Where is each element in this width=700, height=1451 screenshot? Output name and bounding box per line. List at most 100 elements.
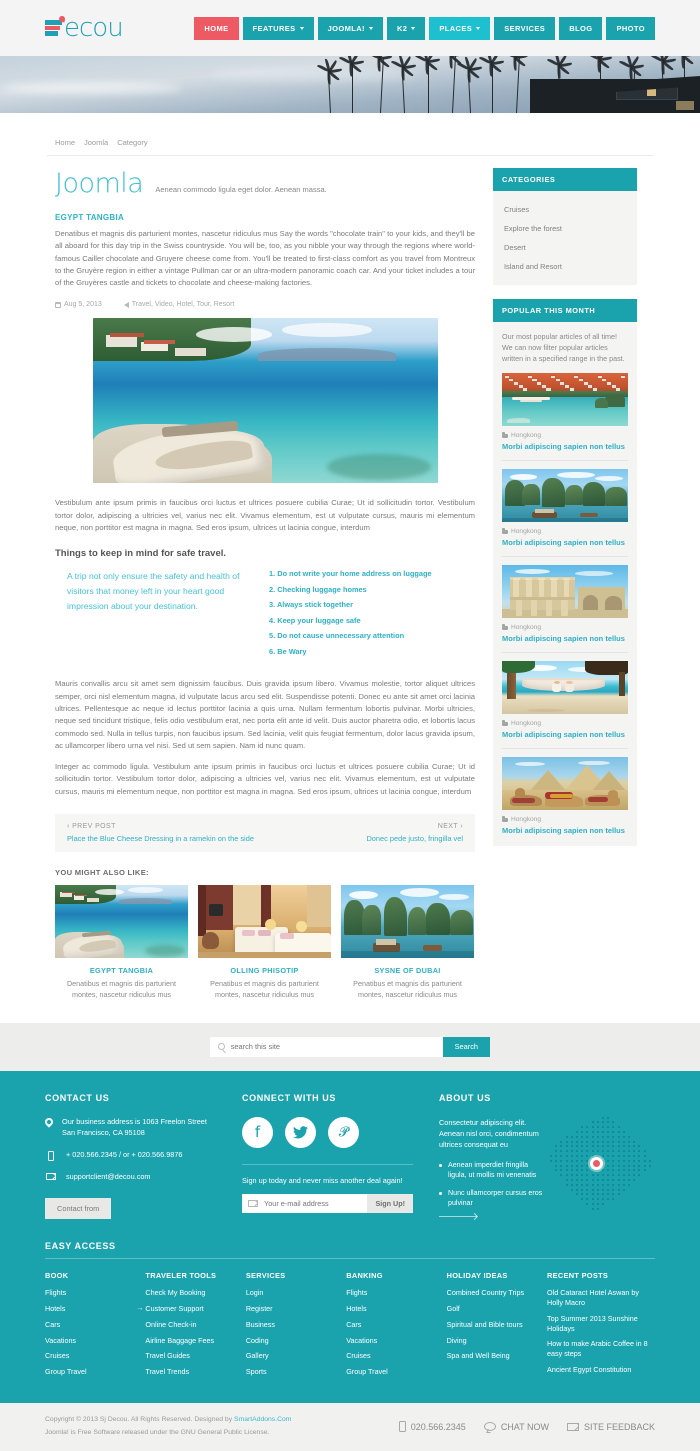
popular-post-title[interactable]: Morbi adipiscing sapien non tellus — [502, 442, 628, 451]
facebook-icon[interactable]: f — [242, 1116, 273, 1148]
footer-link[interactable]: Login — [246, 1288, 332, 1298]
footer-column-list: Login Register Business Coding Gallery Sports — [246, 1288, 332, 1376]
footer-link[interactable]: Group Travel — [45, 1367, 131, 1377]
newsletter-signup-button[interactable]: Sign Up! — [367, 1193, 413, 1213]
footer-link[interactable]: Hotels — [346, 1304, 432, 1314]
footer-link[interactable]: Cruises — [45, 1351, 131, 1361]
footer-link[interactable]: Online Check-in — [145, 1320, 231, 1330]
related-post-card[interactable]: SYSNE OF DUBAI Penatibus et magnis dis pa… — [341, 885, 474, 1001]
tip-item[interactable]: Do not write your home address on luggag… — [269, 569, 431, 578]
related-post-title[interactable]: SYSNE OF DUBAI — [341, 966, 474, 975]
footer-link[interactable]: Old Cataract Hotel Aswan by Holly Macro — [547, 1288, 655, 1307]
prev-post[interactable]: ‹ PREV POST Place the Blue Cheese Dressi… — [67, 823, 254, 843]
nav-item-home[interactable]: HOME — [194, 16, 239, 40]
popular-post-title[interactable]: Morbi adipiscing sapien non tellus — [502, 634, 628, 643]
footer-link[interactable]: Spiritual and Bible tours — [447, 1320, 533, 1330]
breadcrumb-item[interactable]: Joomla — [84, 138, 108, 147]
footer-link[interactable]: Airline Baggage Fees — [145, 1336, 231, 1346]
popular-post-title[interactable]: Morbi adipiscing sapien non tellus — [502, 538, 628, 547]
contact-phone: + 020.566.2345 / or + 020.566.9876 — [66, 1149, 183, 1159]
tip-item[interactable]: Always stick together — [269, 600, 432, 609]
footer-link[interactable]: Flights — [45, 1288, 131, 1298]
footer-link[interactable]: How to make Arabic Coffee in 8 easy step… — [547, 1339, 655, 1358]
footer-link[interactable]: Gallery — [246, 1351, 332, 1361]
tip-item[interactable]: Be Wary — [269, 647, 432, 656]
breadcrumb-item[interactable]: Home — [55, 138, 75, 147]
footer-link[interactable]: Diving — [447, 1336, 533, 1346]
nav-item-joomla[interactable]: JOOMLA! — [317, 16, 383, 40]
envelope-icon — [45, 1172, 57, 1180]
footer-link[interactable]: Travel Trends — [145, 1367, 231, 1377]
footer-column-title: SERVICES — [245, 1271, 286, 1281]
contact-form-button[interactable]: Contact from — [45, 1198, 112, 1220]
footer-link[interactable]: Travel Guides — [145, 1351, 231, 1361]
contact-address: Our business address is 1063 Freelon Str… — [62, 1116, 207, 1137]
tip-item[interactable]: Keep your luggage safe — [269, 616, 432, 625]
footer-link[interactable]: Vacations — [346, 1336, 432, 1346]
about-more-arrow-icon[interactable] — [439, 1216, 477, 1218]
prev-post-link[interactable]: Place the Blue Cheese Dressing in a rame… — [67, 834, 254, 843]
contact-email[interactable]: supportclient@decou.com — [66, 1172, 150, 1183]
footer-link[interactable]: Sports — [246, 1367, 332, 1377]
next-post-link[interactable]: Donec pede justo, fringilla vel — [366, 834, 463, 843]
popular-post-image — [502, 661, 628, 715]
popular-post-title[interactable]: Morbi adipiscing sapien non tellus — [502, 730, 628, 739]
footer-link[interactable]: Register — [246, 1304, 332, 1314]
footer-link[interactable]: Coding — [246, 1336, 332, 1346]
search-field[interactable] — [210, 1036, 443, 1057]
footer-link[interactable]: Cars — [45, 1320, 131, 1330]
popular-post-item[interactable]: Hongkong Morbi adipiscing sapien non tell… — [502, 469, 628, 558]
tag-icon — [123, 301, 129, 308]
nav-item-features[interactable]: FEATURES — [242, 16, 314, 40]
tip-item[interactable]: Checking luggage homes — [269, 585, 432, 594]
footer-link[interactable]: Vacations — [45, 1336, 131, 1346]
footer-link[interactable]: Business — [246, 1320, 332, 1330]
footer-link[interactable]: Hotels — [45, 1304, 131, 1314]
category-item[interactable]: Island and Resort — [502, 257, 628, 276]
nav-item-services[interactable]: SERVICES — [494, 16, 556, 40]
nav-item-photo[interactable]: PHOTO — [606, 16, 655, 40]
footer-link[interactable]: Ancient Egypt Constitution — [547, 1365, 655, 1375]
footer-link[interactable]: Cruises — [346, 1351, 432, 1361]
nav-item-places[interactable]: PLACES — [429, 16, 491, 40]
nav-item-k2[interactable]: K2 — [386, 16, 426, 40]
site-logo[interactable]: ecou — [45, 13, 124, 43]
popular-post-item[interactable]: Hongkong Morbi adipiscing sapien non tell… — [502, 757, 628, 837]
popular-post-item[interactable]: Hongkong Morbi adipiscing sapien non tell… — [502, 565, 628, 654]
footer-link[interactable]: Combined Country Trips — [447, 1288, 533, 1298]
category-item[interactable]: Explore the forest — [502, 219, 628, 238]
tip-item[interactable]: Do not cause unnecessary attention — [269, 631, 432, 640]
nav-item-blog[interactable]: BLOG — [559, 16, 603, 40]
footer-link[interactable]: Check My Booking — [145, 1288, 231, 1298]
popular-post-item[interactable]: Hongkong Morbi adipiscing sapien non tell… — [502, 373, 628, 462]
newsletter-email-input[interactable] — [264, 1193, 368, 1213]
pinterest-icon[interactable]: 𝓟 — [328, 1116, 359, 1148]
designer-link[interactable]: SmartAddons.Com — [234, 1416, 291, 1423]
search-button[interactable]: Search — [442, 1036, 490, 1057]
popular-post-item[interactable]: Hongkong Morbi adipiscing sapien non tell… — [502, 661, 628, 750]
next-post[interactable]: NEXT › Donec pede justo, fringilla vel — [366, 823, 463, 843]
footer-link[interactable]: Customer Support — [136, 1304, 231, 1314]
footer-link[interactable]: Golf — [447, 1304, 533, 1314]
related-post-card[interactable]: EGYPT TANGBIA Denatibus et magnis dis par… — [55, 885, 188, 1001]
post-navigation: ‹ PREV POST Place the Blue Cheese Dressi… — [55, 814, 475, 853]
footer-phone[interactable]: 020.566.2345 — [398, 1421, 466, 1433]
related-post-title[interactable]: EGYPT TANGBIA — [55, 966, 188, 975]
footer-column-list: Check My Booking Customer Support Online C… — [136, 1288, 231, 1377]
categories-widget-body: Cruises Explore the forest Desert Island an… — [493, 191, 637, 285]
related-post-title[interactable]: OLLING PHISOTIP — [198, 966, 331, 975]
category-item[interactable]: Cruises — [502, 200, 628, 219]
footer-link[interactable]: Spa and Well Being — [447, 1351, 533, 1361]
popular-post-title[interactable]: Morbi adipiscing sapien non tellus — [502, 826, 628, 835]
chat-now-button[interactable]: CHAT NOW — [483, 1422, 549, 1432]
search-input[interactable] — [230, 1042, 435, 1052]
related-post-card[interactable]: OLLING PHISOTIP Penatibus et magnis dis p… — [198, 885, 331, 1001]
footer-link[interactable]: Top Summer 2013 Sunshine Holidays — [547, 1314, 655, 1333]
footer-link[interactable]: Cars — [346, 1320, 432, 1330]
footer-link[interactable]: Flights — [346, 1288, 432, 1298]
breadcrumb-item[interactable]: Category — [117, 138, 147, 147]
twitter-icon[interactable] — [285, 1116, 316, 1148]
site-feedback-button[interactable]: SITE FEEDBACK — [566, 1422, 655, 1432]
footer-link[interactable]: Group Travel — [346, 1367, 432, 1377]
category-item[interactable]: Desert — [502, 238, 628, 257]
